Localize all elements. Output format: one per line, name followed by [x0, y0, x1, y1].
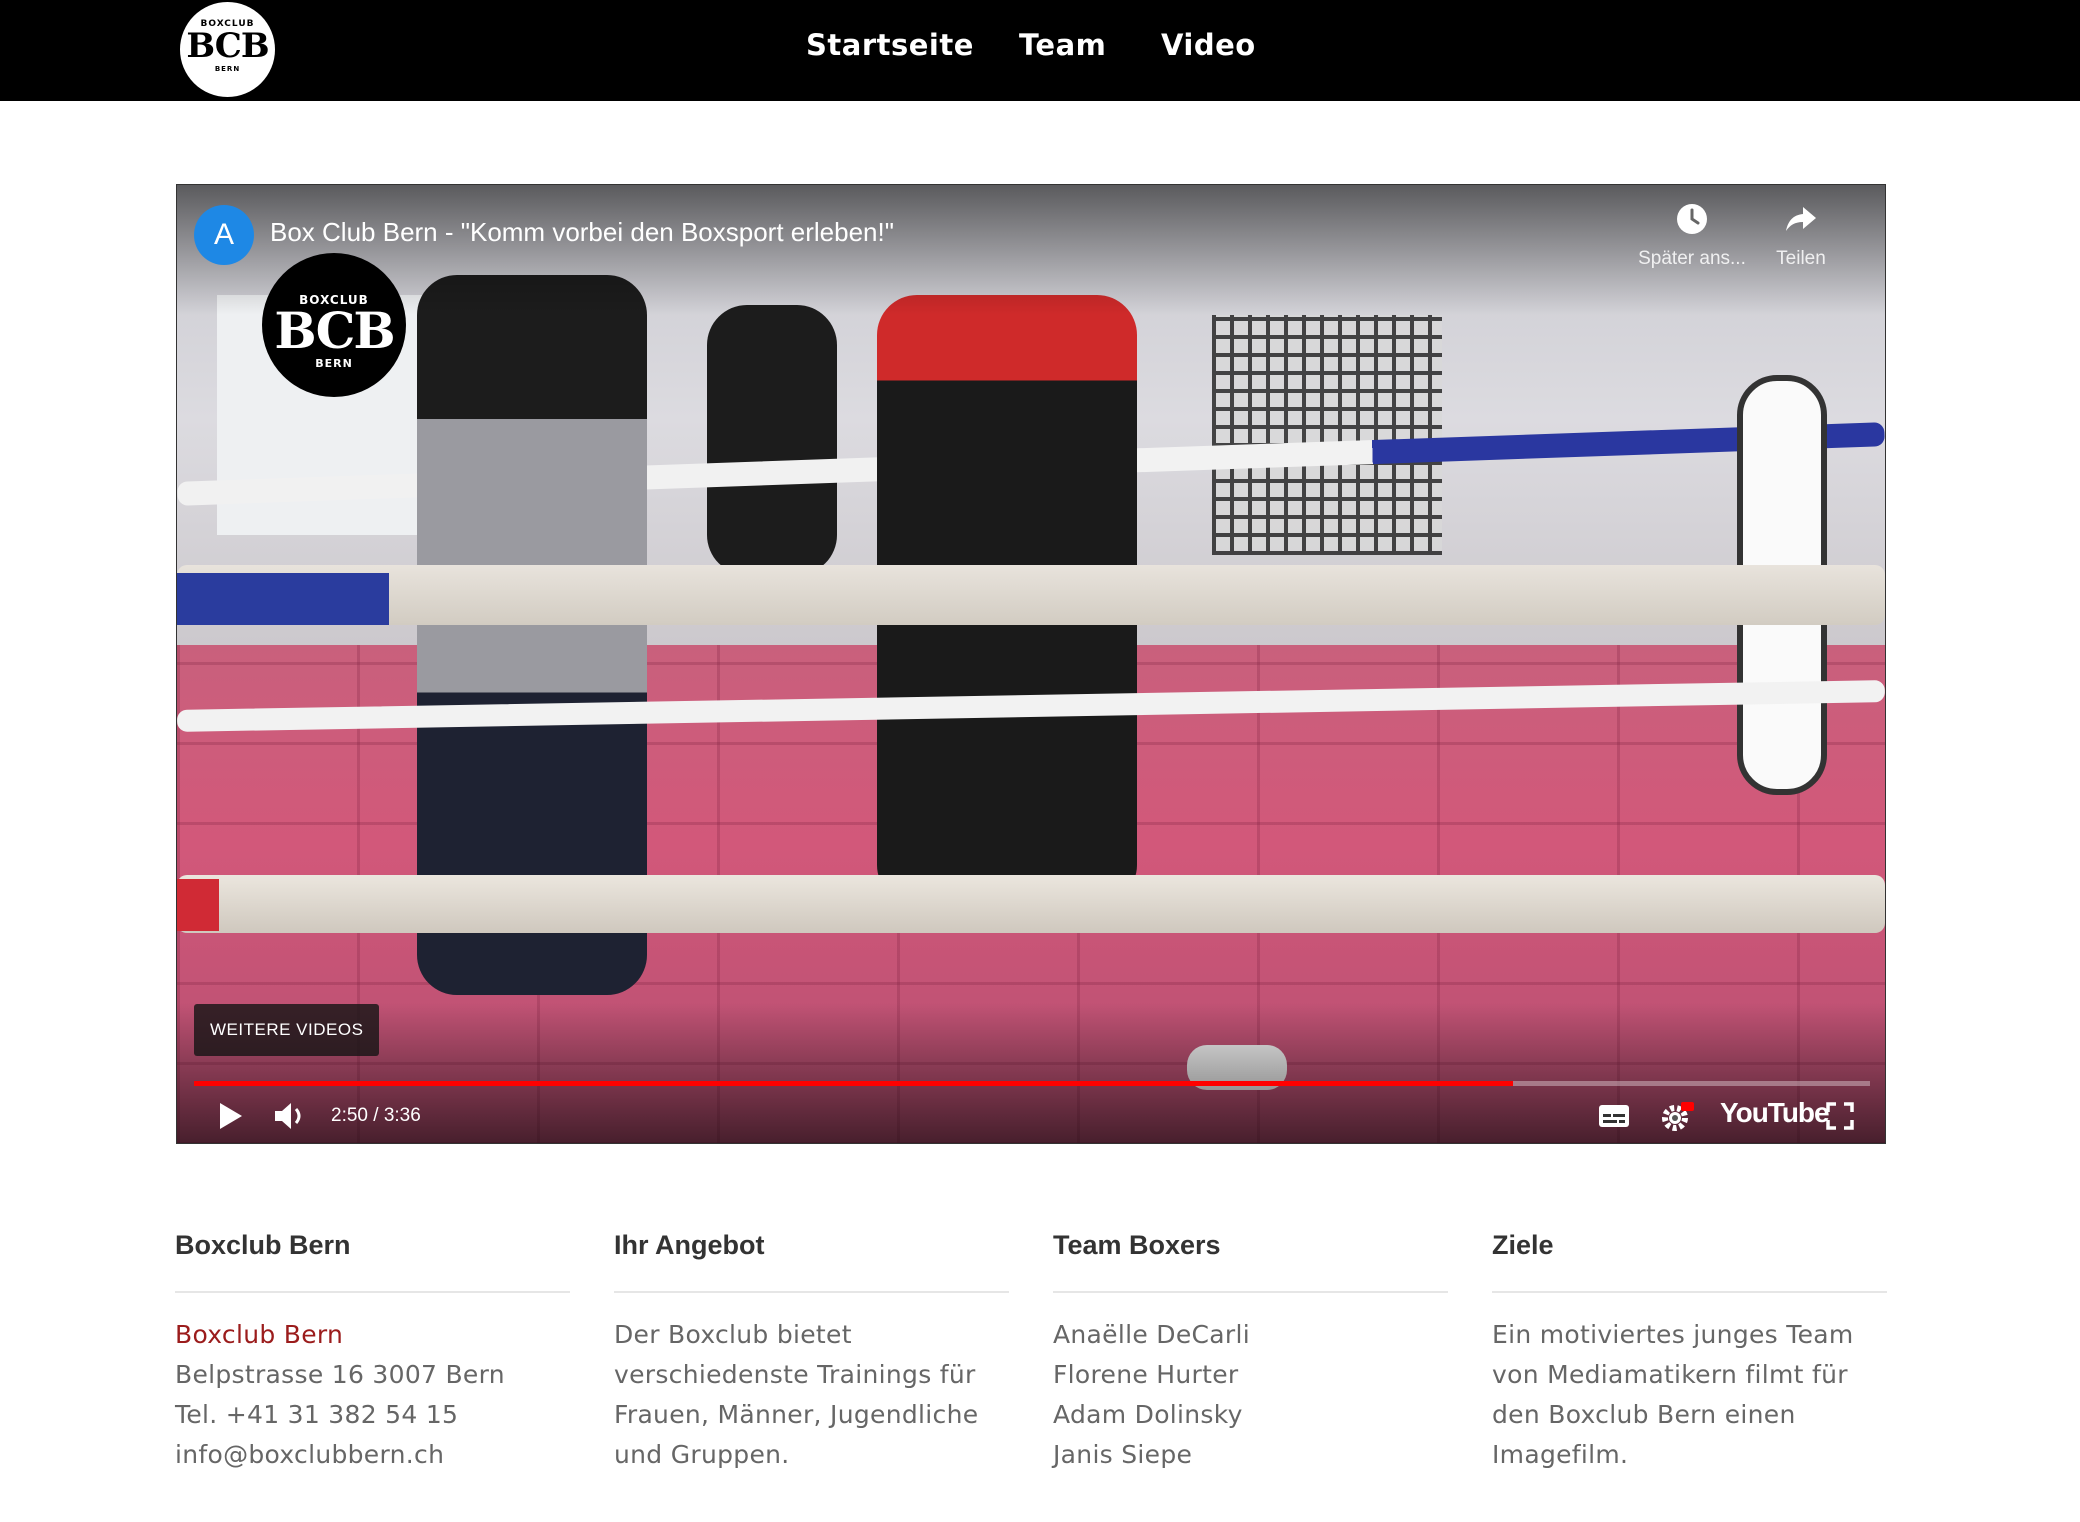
column-body: Boxclub Bern Belpstrasse 16 3007 Bern Te… — [175, 1315, 570, 1475]
text-line: und Gruppen. — [614, 1440, 790, 1469]
club-name-accent: Boxclub Bern — [175, 1320, 344, 1349]
column-divider — [1053, 1291, 1448, 1293]
video-frame-rope — [177, 875, 1885, 933]
video-time-display: 2:50 / 3:36 — [331, 1105, 421, 1126]
share-arrow-icon — [1786, 207, 1816, 231]
column-heading: Ziele — [1492, 1230, 1554, 1260]
share-label: Teilen — [1776, 248, 1826, 269]
subtitles-icon — [1599, 1105, 1629, 1127]
fullscreen-button[interactable] — [1825, 1101, 1855, 1136]
footer-column-contact: Boxclub Bern Boxclub Bern Belpstrasse 16… — [175, 1230, 570, 1475]
settings-button[interactable] — [1659, 1101, 1695, 1138]
video-title[interactable]: Box Club Bern - "Komm vorbei den Boxspor… — [270, 217, 894, 248]
column-body: Anaëlle DeCarli Florene Hurter Adam Doli… — [1053, 1315, 1448, 1475]
footer-column-team-boxers: Team Boxers Anaëlle DeCarli Florene Hurt… — [1053, 1230, 1448, 1475]
play-icon — [220, 1103, 242, 1129]
video-frame-partition — [1212, 315, 1442, 555]
text-line: Der Boxclub bietet — [614, 1320, 852, 1349]
watch-later-button[interactable]: Später ans... — [1627, 201, 1757, 270]
boxer-name: Janis Siepe — [1053, 1440, 1193, 1469]
clock-icon — [1677, 204, 1707, 234]
nav-team[interactable]: Team — [1019, 28, 1106, 62]
footer-column-goals: Ziele Ein motiviertes junges Team von Me… — [1492, 1230, 1887, 1475]
subtitles-button[interactable] — [1597, 1101, 1631, 1136]
gear-icon — [1662, 1102, 1694, 1131]
video-frame-person-background — [707, 305, 837, 575]
mute-button[interactable] — [273, 1101, 307, 1136]
video-progress-bar[interactable] — [194, 1081, 1870, 1086]
channel-avatar[interactable]: A — [194, 205, 254, 265]
column-heading: Team Boxers — [1053, 1230, 1221, 1260]
column-divider — [175, 1291, 570, 1293]
channel-logo-bottom: BERN — [315, 357, 353, 370]
channel-logo-mark: BCB — [274, 301, 395, 360]
column-divider — [614, 1291, 1009, 1293]
email-link[interactable]: info@boxclubbern.ch — [175, 1435, 570, 1475]
column-body: Der Boxclub bietet verschiedenste Traini… — [614, 1315, 1009, 1475]
channel-logo-watermark: BOXCLUB BCB BERN — [262, 253, 406, 397]
nav-video[interactable]: Video — [1161, 28, 1256, 62]
share-button[interactable]: Teilen — [1751, 201, 1851, 270]
column-heading: Ihr Angebot — [614, 1230, 765, 1260]
play-button[interactable] — [215, 1101, 245, 1136]
nav-startseite[interactable]: Startseite — [806, 28, 974, 62]
video-frame-rope-blue — [177, 573, 389, 625]
video-controls: 2:50 / 3:36 YouTube — [177, 1095, 1885, 1139]
text-line: Frauen, Männer, Jugendliche — [614, 1400, 979, 1429]
main-nav: Startseite Team Video — [0, 28, 2080, 68]
video-frame-rope-red — [177, 879, 219, 931]
more-videos-button[interactable]: WEITERE VIDEOS — [194, 1004, 380, 1056]
phone-line: Tel. +41 31 382 54 15 — [175, 1400, 459, 1429]
volume-icon — [275, 1103, 301, 1129]
youtube-logo-link[interactable]: YouTube — [1720, 1097, 1830, 1129]
column-divider — [1492, 1291, 1887, 1293]
column-heading: Boxclub Bern — [175, 1230, 351, 1260]
column-body: Ein motiviertes junges Team von Mediamat… — [1492, 1315, 1887, 1475]
top-navigation-bar: BOXCLUB BCB BERN Startseite Team Video — [0, 0, 2080, 101]
address-line: Belpstrasse 16 3007 Bern — [175, 1360, 505, 1389]
youtube-video-player[interactable]: A Box Club Bern - "Komm vorbei den Boxsp… — [176, 184, 1886, 1144]
footer-column-offer: Ihr Angebot Der Boxclub bietet verschied… — [614, 1230, 1009, 1475]
fullscreen-icon — [1826, 1102, 1854, 1130]
text-line: den Boxclub Bern einen — [1492, 1400, 1796, 1429]
text-line: Imagefilm. — [1492, 1440, 1629, 1469]
boxer-name: Anaëlle DeCarli — [1053, 1320, 1250, 1349]
text-line: Ein motiviertes junges Team — [1492, 1320, 1854, 1349]
text-line: von Mediamatikern filmt für — [1492, 1360, 1848, 1389]
boxer-name: Florene Hurter — [1053, 1360, 1239, 1389]
video-progress-played — [194, 1081, 1513, 1086]
boxer-name: Adam Dolinsky — [1053, 1400, 1243, 1429]
video-frame-rope — [177, 565, 1885, 625]
text-line: verschiedenste Trainings für — [614, 1360, 976, 1389]
watch-later-label: Später ans... — [1638, 248, 1746, 269]
